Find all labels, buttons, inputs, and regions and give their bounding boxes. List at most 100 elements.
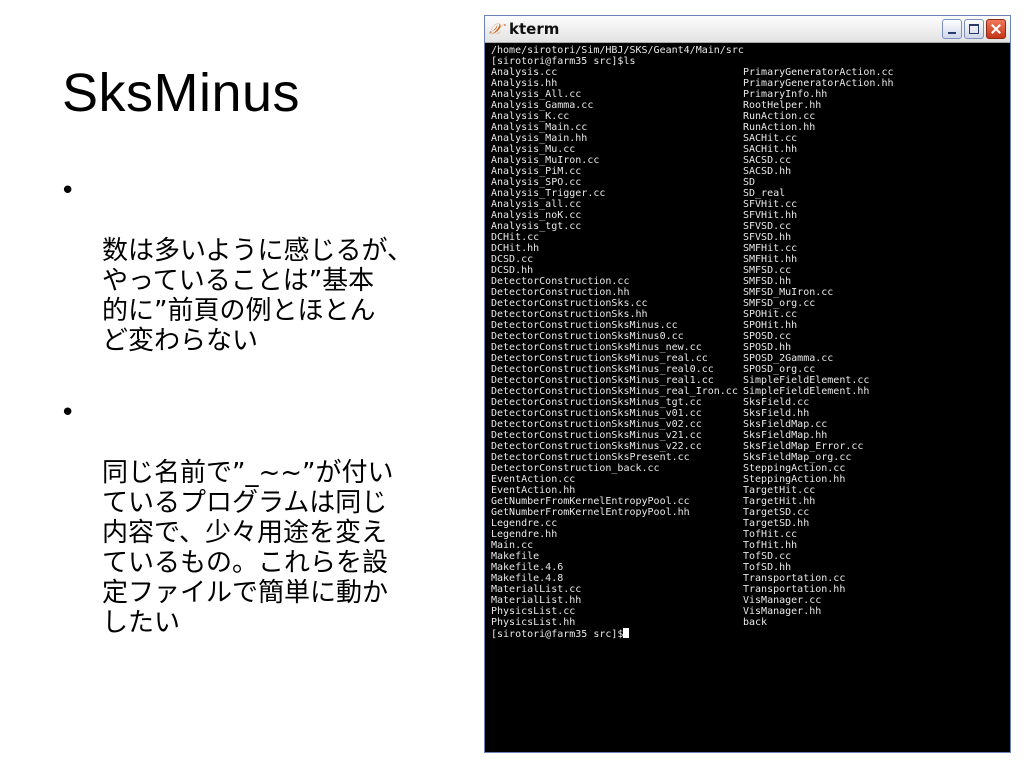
file-entry: DetectorConstructionSksMinus_v02.cc bbox=[491, 419, 702, 430]
file-entry: Analysis_Main.hh bbox=[491, 133, 588, 144]
file-entry: Analysis_SPO.cc bbox=[491, 177, 582, 188]
file-entry: DetectorConstructionSksMinus0.cc bbox=[491, 331, 684, 342]
file-entry: DetectorConstructionSksMinus_tgt.cc bbox=[491, 397, 702, 408]
file-entry: SPOHit.cc bbox=[743, 309, 798, 320]
cwd-line: /home/sirotori/Sim/HBJ/SKS/Geant4/Main/s… bbox=[491, 45, 744, 56]
file-entry: SPOSD_2Gamma.cc bbox=[743, 353, 834, 364]
file-entry: SD bbox=[743, 177, 756, 188]
minimize-icon bbox=[943, 20, 961, 38]
file-entry: SksFieldMap_org.cc bbox=[743, 452, 852, 463]
file-entry: SPOHit.hh bbox=[743, 320, 798, 331]
file-entry: DetectorConstructionSksMinus_v21.cc bbox=[491, 430, 702, 441]
file-entry: DetectorConstructionSksMinus_v22.cc bbox=[491, 441, 702, 452]
minimize-button[interactable] bbox=[942, 19, 962, 39]
file-entry: SMFSD.hh bbox=[743, 276, 792, 287]
file-entry: EventAction.hh bbox=[491, 485, 576, 496]
window-title: kterm bbox=[509, 20, 560, 38]
file-entry: Analysis_Main.cc bbox=[491, 122, 588, 133]
file-listing: Analysis.cc PrimaryGeneratorAction.cc Anal… bbox=[491, 67, 1006, 628]
file-entry: SMFHit.hh bbox=[743, 254, 798, 265]
file-entry: TargetHit.cc bbox=[743, 485, 816, 496]
file-entry: TofHit.cc bbox=[743, 529, 798, 540]
file-entry: Main.cc bbox=[491, 540, 534, 551]
file-entry: SPOSD.cc bbox=[743, 331, 792, 342]
file-entry: SPOSD.hh bbox=[743, 342, 792, 353]
kterm-window[interactable]: 𝒳 kterm /home/sirotori/Sim/HBJ/SKS/Geant… bbox=[484, 15, 1011, 753]
file-entry: SimpleFieldElement.cc bbox=[743, 375, 870, 386]
window-titlebar[interactable]: 𝒳 kterm bbox=[485, 16, 1010, 43]
file-entry: TargetSD.cc bbox=[743, 507, 810, 518]
file-entry: DCHit.cc bbox=[491, 232, 540, 243]
file-entry: Analysis_Gamma.cc bbox=[491, 100, 594, 111]
file-entry: DetectorConstructionSks.cc bbox=[491, 298, 648, 309]
file-entry: SACHit.hh bbox=[743, 144, 798, 155]
file-entry: SksFieldMap.cc bbox=[743, 419, 828, 430]
file-entry: SksFieldMap.hh bbox=[743, 430, 828, 441]
file-entry: DetectorConstructionSks.hh bbox=[491, 309, 648, 320]
file-entry: VisManager.hh bbox=[743, 606, 822, 617]
file-entry: Analysis_K.cc bbox=[491, 111, 570, 122]
file-entry: PhysicsList.hh bbox=[491, 617, 576, 628]
file-entry: PrimaryInfo.hh bbox=[743, 89, 828, 100]
file-entry: SACHit.cc bbox=[743, 133, 798, 144]
prompt-line[interactable]: [sirotori@farm35 src]$ bbox=[491, 628, 1006, 639]
close-button[interactable] bbox=[986, 19, 1006, 39]
file-entry: Legendre.cc bbox=[491, 518, 558, 529]
maximize-button[interactable] bbox=[964, 19, 984, 39]
file-entry: SteppingAction.hh bbox=[743, 474, 846, 485]
file-entry: back bbox=[743, 617, 768, 628]
bullet-item: • 数は多いように感じるが、 やっていることは”基本 的に”前頁の例とほとん ど… bbox=[60, 176, 470, 356]
file-entry: DetectorConstructionSksMinus_new.cc bbox=[491, 342, 702, 353]
file-entry: GetNumberFromKernelEntropyPool.hh bbox=[491, 507, 690, 518]
bullet-dot: • bbox=[60, 176, 76, 206]
bullet-item: • 同じ名前で”_~~”が付い ているプログラムは同じ 内容で、少々用途を変え … bbox=[60, 398, 470, 638]
file-entry: SMFSD_org.cc bbox=[743, 298, 816, 309]
file-entry: TofSD.cc bbox=[743, 551, 792, 562]
file-entry: Makefile.4.6 bbox=[491, 562, 564, 573]
file-entry: Makefile.4.8 bbox=[491, 573, 564, 584]
file-entry: Analysis_All.cc bbox=[491, 89, 582, 100]
slide-title: SksMinus bbox=[62, 63, 301, 123]
file-entry: EventAction.cc bbox=[491, 474, 576, 485]
file-entry: DCSD.hh bbox=[491, 265, 534, 276]
file-entry: DetectorConstruction.hh bbox=[491, 287, 630, 298]
file-entry: Legendre.hh bbox=[491, 529, 558, 540]
file-entry: TargetHit.hh bbox=[743, 496, 816, 507]
file-entry: RunAction.cc bbox=[743, 111, 816, 122]
file-entry: DetectorConstructionSksMinus_real_Iron.c… bbox=[491, 386, 738, 397]
file-entry: SACSD.cc bbox=[743, 155, 792, 166]
file-entry: MaterialList.hh bbox=[491, 595, 582, 606]
file-entry: PhysicsList.cc bbox=[491, 606, 576, 617]
file-entry: DetectorConstructionSksMinus.cc bbox=[491, 320, 678, 331]
file-entry: SksField.hh bbox=[743, 408, 810, 419]
file-entry: DetectorConstruction_back.cc bbox=[491, 463, 660, 474]
file-entry: SMFHit.cc bbox=[743, 243, 798, 254]
close-icon bbox=[987, 20, 1005, 38]
x-window-icon: 𝒳 bbox=[489, 20, 502, 38]
command-line: [sirotori@farm35 src]$ls bbox=[491, 56, 636, 67]
file-entry: TofHit.hh bbox=[743, 540, 798, 551]
file-entry: SMFSD.cc bbox=[743, 265, 792, 276]
file-entry: RunAction.hh bbox=[743, 122, 816, 133]
file-entry: SksFieldMap_Error.cc bbox=[743, 441, 864, 452]
window-controls bbox=[942, 19, 1006, 39]
file-entry: SPOSD_org.cc bbox=[743, 364, 816, 375]
terminal-output[interactable]: /home/sirotori/Sim/HBJ/SKS/Geant4/Main/s… bbox=[491, 45, 1006, 750]
file-entry: Analysis_tgt.cc bbox=[491, 221, 582, 232]
file-entry: DetectorConstructionSksMinus_real.cc bbox=[491, 353, 708, 364]
bullet-text: 同じ名前で”_~~”が付い ているプログラムは同じ 内容で、少々用途を変え てい… bbox=[102, 458, 394, 638]
file-entry: DetectorConstructionSksMinus_real1.cc bbox=[491, 375, 714, 386]
file-entry: Transportation.cc bbox=[743, 573, 846, 584]
file-entry: VisManager.cc bbox=[743, 595, 822, 606]
file-entry: SD_real bbox=[743, 188, 786, 199]
file-entry: SFVSD.cc bbox=[743, 221, 792, 232]
file-entry: Analysis.hh bbox=[491, 78, 558, 89]
file-entry: SksField.cc bbox=[743, 397, 810, 408]
file-entry: Analysis_Trigger.cc bbox=[491, 188, 606, 199]
file-entry: RootHelper.hh bbox=[743, 100, 822, 111]
file-entry: SFVSD.hh bbox=[743, 232, 792, 243]
file-entry: Analysis.cc bbox=[491, 67, 558, 78]
bullet-list: • 数は多いように感じるが、 やっていることは”基本 的に”前頁の例とほとん ど… bbox=[60, 176, 470, 680]
file-entry: Makefile bbox=[491, 551, 540, 562]
file-entry: TofSD.hh bbox=[743, 562, 792, 573]
